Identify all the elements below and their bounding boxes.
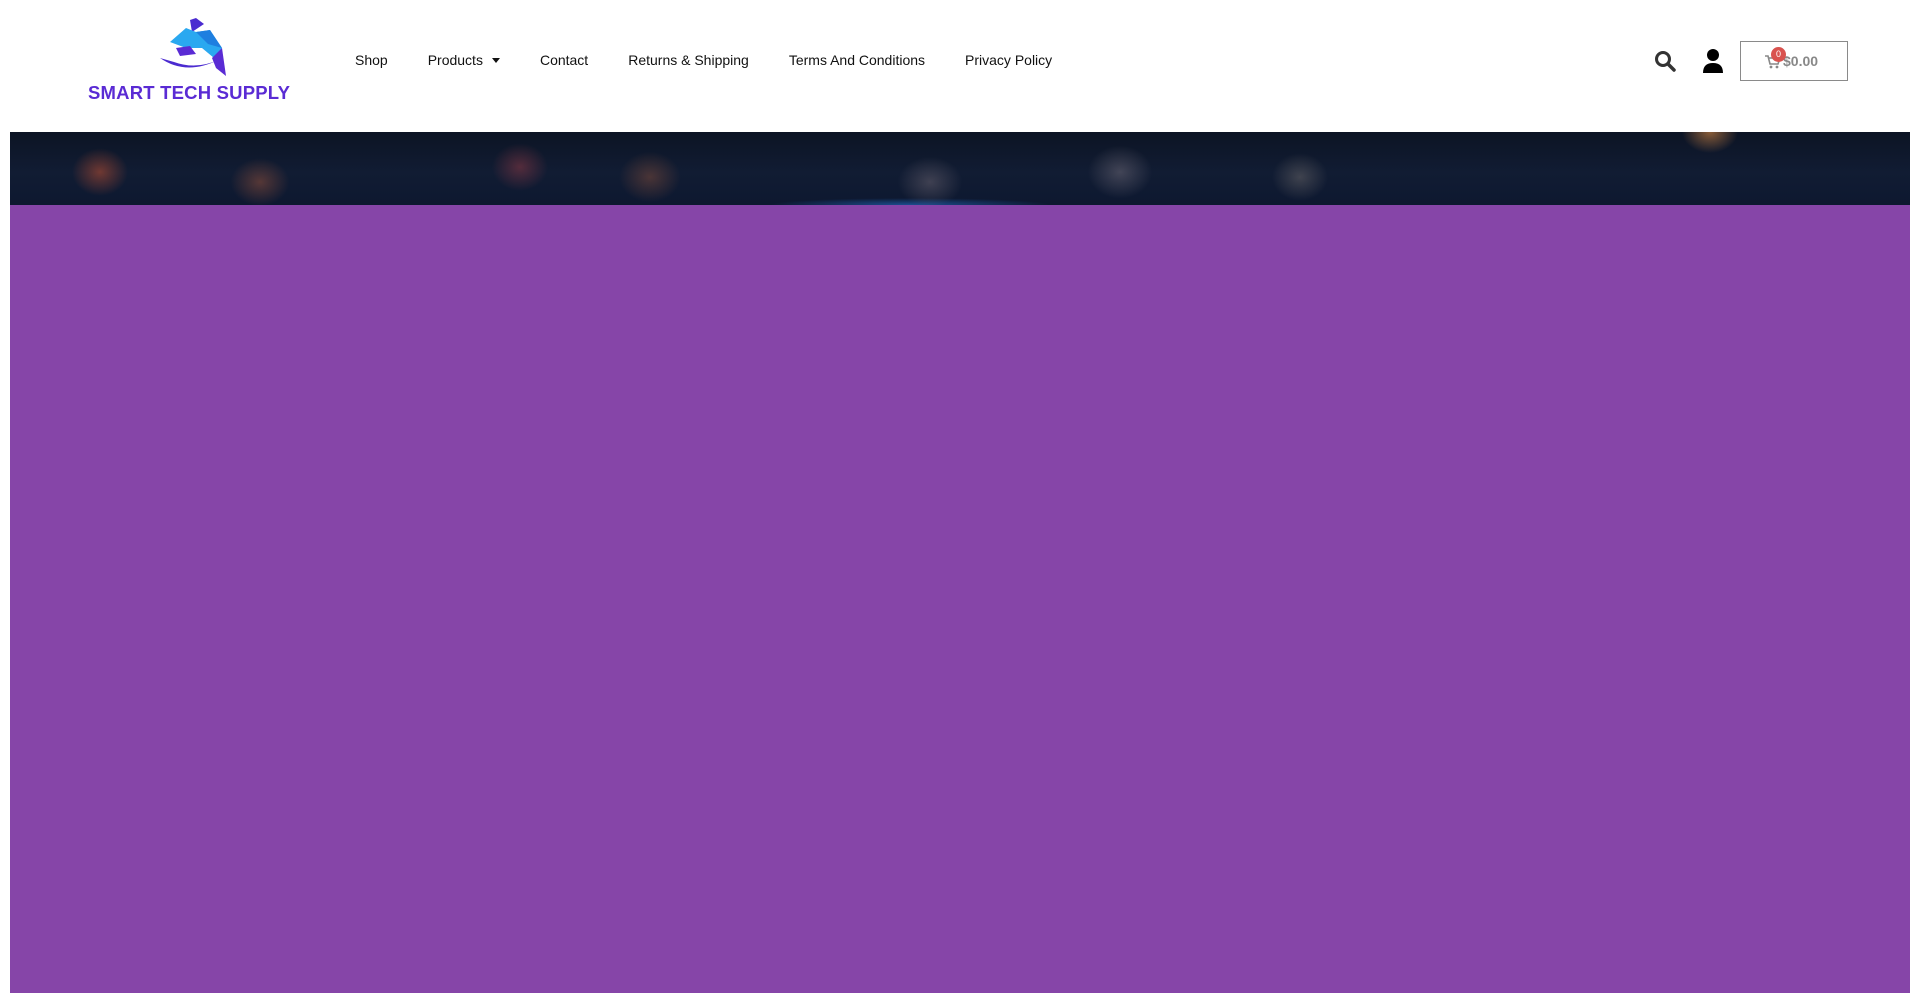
nav-item-terms-and-conditions[interactable]: Terms And Conditions bbox=[769, 52, 945, 68]
caret-down-icon bbox=[491, 57, 500, 63]
nav-item-label: Products bbox=[427, 52, 483, 68]
site-header: SMART TECH SUPPLY Shop Products Contact … bbox=[10, 0, 1910, 132]
logo-mark-icon bbox=[160, 18, 226, 76]
nav-item-privacy-policy[interactable]: Privacy Policy bbox=[945, 52, 1072, 68]
nav-item-label: Contact bbox=[539, 52, 589, 68]
nav-item-label: Returns & Shipping bbox=[628, 52, 749, 68]
page: SMART TECH SUPPLY Shop Products Contact … bbox=[0, 0, 1920, 993]
nav-item-products[interactable]: Products bbox=[408, 52, 520, 68]
hero-banner-image bbox=[10, 132, 1910, 205]
main-nav: Shop Products Contact Returns & Shipping… bbox=[335, 48, 1072, 72]
search-icon[interactable] bbox=[1653, 49, 1677, 73]
cart-button[interactable]: $0.00 0 bbox=[1740, 41, 1848, 81]
nav-item-label: Shop bbox=[355, 52, 388, 68]
nav-item-label: Terms And Conditions bbox=[788, 52, 926, 68]
hero-content-panel bbox=[10, 205, 1910, 993]
nav-item-label: Privacy Policy bbox=[965, 52, 1053, 68]
nav-item-shop[interactable]: Shop bbox=[335, 52, 408, 68]
user-icon[interactable] bbox=[1701, 48, 1725, 74]
cart-count-badge: 0 bbox=[1771, 47, 1786, 62]
site-logo[interactable]: SMART TECH SUPPLY bbox=[88, 18, 294, 108]
nav-item-contact[interactable]: Contact bbox=[520, 52, 608, 68]
cart-total: $0.00 bbox=[1783, 53, 1819, 69]
logo-text: SMART TECH SUPPLY bbox=[88, 82, 291, 103]
nav-item-returns-shipping[interactable]: Returns & Shipping bbox=[608, 52, 769, 68]
